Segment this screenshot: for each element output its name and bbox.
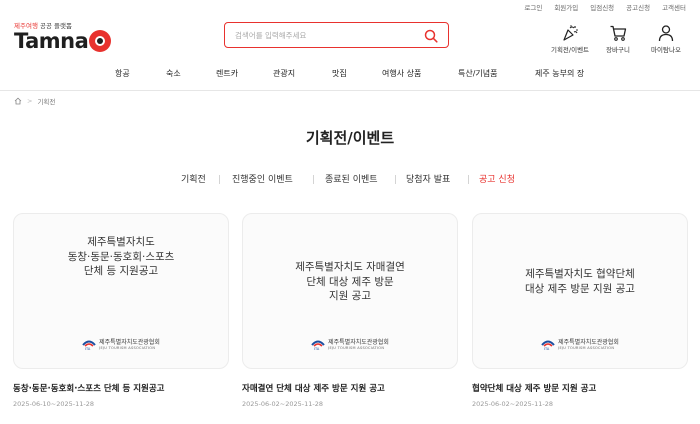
category-tabs: 기획전 진행중인 이벤트 종료된 이벤트 당첨자 발표 공고 신청 <box>0 172 700 188</box>
nav-item-farmers-market[interactable]: 제주 농부의 장 <box>535 68 584 79</box>
nav-divider <box>0 90 700 91</box>
tab-separator <box>219 175 220 184</box>
tab-notice-apply[interactable]: 공고 신청 <box>479 172 515 185</box>
nav-item-rentcar[interactable]: 렌트카 <box>216 68 238 79</box>
logo-mark-icon <box>89 30 112 52</box>
nav-item-restaurants[interactable]: 맛집 <box>332 68 347 79</box>
breadcrumb: > 기획전 <box>14 96 55 106</box>
nav-item-souvenirs[interactable]: 특산/기념품 <box>458 68 498 79</box>
card-title[interactable]: 자매결연 단체 대상 제주 방문 지원 공고 <box>242 382 385 394</box>
nav-item-lodging[interactable]: 숙소 <box>166 68 181 79</box>
association-emblem-icon: JTA <box>82 340 96 350</box>
svg-text:JTA: JTA <box>543 347 550 350</box>
search-input[interactable] <box>235 27 415 43</box>
breadcrumb-separator: > <box>27 97 33 105</box>
signup-link[interactable]: 회원가입 <box>548 3 584 13</box>
utility-links: 로그인 회원가입 입점신청 공고신청 고객센터 <box>518 3 692 13</box>
event-shortcut[interactable]: 기획전/이벤트 <box>550 24 590 54</box>
site-logo[interactable]: 제주여행 공공 플랫폼 Tamna <box>14 20 134 54</box>
mypage-shortcut[interactable]: 마이탐나오 <box>648 24 684 54</box>
vendor-apply-link[interactable]: 입점신청 <box>584 3 620 13</box>
notice-apply-link[interactable]: 공고신청 <box>620 3 656 13</box>
card-date: 2025-06-02~2025-11-28 <box>472 400 553 408</box>
card-title[interactable]: 동창·동문·동호회·스포츠 단체 등 지원공고 <box>13 382 165 394</box>
association-emblem-icon: JTA <box>541 340 555 350</box>
card-poster-text: 제주특별자치도 동창·동문·동호회·스포츠 단체 등 지원공고 <box>67 236 175 277</box>
tab-separator <box>313 175 314 184</box>
party-popper-icon <box>563 25 578 41</box>
breadcrumb-current: 기획전 <box>37 98 56 106</box>
tab-separator <box>395 175 396 184</box>
tab-separator <box>468 175 469 184</box>
cart-label: 장바구니 <box>606 46 630 54</box>
search-icon[interactable] <box>424 29 438 43</box>
home-icon[interactable] <box>14 97 22 105</box>
org-logo: JTA 제주특별자치도관광협회 JEJU TOURISM ASSOCIATION <box>243 338 457 350</box>
org-logo: JTA 제주특별자치도관광협회 JEJU TOURISM ASSOCIATION <box>14 338 228 350</box>
tab-ended-events[interactable]: 종료된 이벤트 <box>325 172 378 185</box>
logo-wordmark: Tamna <box>14 29 112 53</box>
card-title[interactable]: 협약단체 대상 제주 방문 지원 공고 <box>472 382 596 394</box>
notice-card[interactable]: 제주특별자치도 협약단체 대상 제주 방문 지원 공고 JTA 제주특별자치도관… <box>472 213 688 369</box>
org-logo: JTA 제주특별자치도관광협회 JEJU TOURISM ASSOCIATION <box>473 338 687 350</box>
nav-item-agency-products[interactable]: 여행사 상품 <box>382 68 421 79</box>
notice-card[interactable]: 제주특별자치도 자매결연 단체 대상 제주 방문 지원 공고 JTA 제주특별자… <box>242 213 458 369</box>
svg-text:JTA: JTA <box>313 347 320 350</box>
header-icons: 기획전/이벤트 장바구니 마이탐나오 <box>550 24 684 54</box>
tab-exhibitions[interactable]: 기획전 <box>181 172 206 185</box>
card-date: 2025-06-10~2025-11-28 <box>13 400 94 408</box>
customer-center-link[interactable]: 고객센터 <box>656 3 692 13</box>
card-date: 2025-06-02~2025-11-28 <box>242 400 323 408</box>
nav-item-flight[interactable]: 항공 <box>115 68 130 79</box>
mypage-label: 마이탐나오 <box>651 46 681 54</box>
login-link[interactable]: 로그인 <box>518 3 548 13</box>
cart-shortcut[interactable]: 장바구니 <box>600 24 636 54</box>
user-icon <box>658 25 674 42</box>
page-title: 기획전/이벤트 <box>305 129 395 147</box>
association-emblem-icon: JTA <box>311 340 325 350</box>
cart-icon <box>610 25 627 41</box>
tab-ongoing-events[interactable]: 진행중인 이벤트 <box>232 172 293 185</box>
svg-text:JTA: JTA <box>84 347 91 350</box>
notice-card[interactable]: 제주특별자치도 동창·동문·동호회·스포츠 단체 등 지원공고 JTA 제주특별… <box>13 213 229 369</box>
search-box <box>224 22 449 48</box>
card-poster-text: 제주특별자치도 자매결연 단체 대상 제주 방문 지원 공고 <box>295 261 405 302</box>
tab-winners[interactable]: 당첨자 발표 <box>406 172 450 185</box>
main-nav: 항공 숙소 렌트카 관광지 맛집 여행사 상품 특산/기념품 제주 농부의 장 <box>0 68 700 84</box>
card-poster-text: 제주특별자치도 협약단체 대상 제주 방문 지원 공고 <box>525 268 635 295</box>
event-shortcut-label: 기획전/이벤트 <box>550 46 590 54</box>
nav-item-attractions[interactable]: 관광지 <box>273 68 295 79</box>
